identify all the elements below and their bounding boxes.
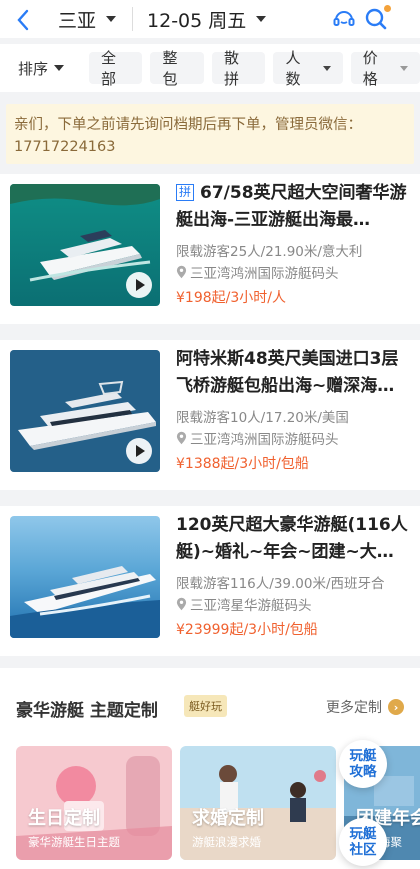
- listing-price: ¥198起/3小时/人: [176, 290, 286, 306]
- city-selector[interactable]: 三亚: [58, 6, 117, 33]
- listing-price: ¥1388起/3小时/包船: [176, 456, 309, 472]
- location-text: 三亚湾星华游艇码头: [190, 598, 312, 614]
- search-icon[interactable]: [364, 5, 391, 31]
- date-label: 12-05 周五: [147, 9, 247, 32]
- chip-label: 价格: [362, 49, 378, 88]
- community-label: 玩艇社区: [349, 826, 377, 858]
- listing-card[interactable]: 阿特米斯48英尺美国进口3层飞桥游艇包船出海~赠深海… 限载游客10人/17.2…: [0, 340, 420, 490]
- listing-card[interactable]: 120英尺超大豪华游艇(116人艇)~婚礼~年会~团建~大… 限载游客116人/…: [0, 506, 420, 656]
- filter-chip-people[interactable]: 人数: [273, 49, 343, 88]
- section-title: 豪华游艇 主题定制: [16, 701, 158, 721]
- section-tag: 艇好玩: [184, 695, 227, 717]
- filter-bar: 排序 全部 整包 散拼 人数 价格: [0, 44, 420, 92]
- theme-tile-proposal[interactable]: 求婚定制 游艇浪漫求婚: [180, 746, 336, 860]
- listing-title: 拼 67/58英尺超大空间奢华游艇出海-三亚游艇出海最…: [176, 180, 408, 234]
- listing-location: 三亚湾星华游艇码头: [176, 594, 312, 614]
- sort-label: 排序: [18, 59, 49, 78]
- filter-chip-price[interactable]: 价格: [350, 49, 420, 88]
- more-custom-link[interactable]: 更多定制 ›: [326, 697, 404, 717]
- guide-float-button[interactable]: 玩艇攻略: [339, 740, 387, 788]
- play-video-icon[interactable]: [126, 438, 152, 464]
- location-pin-icon: [176, 265, 187, 279]
- listing-spec: 限载游客116人/39.00米/西班牙合: [176, 576, 385, 592]
- chevron-down-icon: [54, 65, 65, 71]
- more-label: 更多定制: [326, 700, 382, 716]
- chevron-down-icon: [256, 16, 267, 22]
- tile-subtitle: 豪华游艇生日主题: [28, 835, 120, 849]
- sort-dropdown[interactable]: 排序: [18, 58, 81, 79]
- listing-location: 三亚湾鸿洲国际游艇码头: [176, 428, 339, 448]
- location-text: 三亚湾鸿洲国际游艇码头: [190, 266, 339, 282]
- listing-title: 120英尺超大豪华游艇(116人艇)~婚礼~年会~团建~大…: [176, 515, 408, 562]
- filter-chip-whole[interactable]: 整包: [150, 49, 204, 88]
- tile-subtitle: 游艇浪漫求婚: [192, 835, 261, 849]
- chevron-down-icon: [106, 16, 117, 22]
- filter-chip-shared[interactable]: 散拼: [211, 49, 266, 88]
- theme-tile-birthday[interactable]: 生日定制 豪华游艇生日主题: [16, 746, 172, 860]
- yacht-photo: [10, 350, 160, 472]
- chip-label: 人数: [285, 49, 301, 88]
- chip-label: 全部: [100, 49, 116, 88]
- play-video-icon[interactable]: [126, 272, 152, 298]
- listing-location: 三亚湾鸿洲国际游艇码头: [176, 262, 339, 282]
- customer-service-icon[interactable]: [332, 7, 356, 31]
- listing-title-text: 67/58英尺超大空间奢华游艇出海-三亚游艇出海最…: [176, 183, 407, 230]
- chevron-right-icon: ›: [388, 699, 404, 715]
- filter-chip-all[interactable]: 全部: [88, 49, 143, 88]
- chip-label: 散拼: [223, 49, 239, 88]
- notification-dot: [384, 5, 391, 12]
- tile-title: 生日定制: [28, 808, 100, 829]
- chevron-down-icon: [322, 65, 331, 71]
- notice-banner: 亲们，下单之前请先询问档期后再下单，管理员微信：17717224163: [6, 104, 414, 164]
- listing-title: 阿特米斯48英尺美国进口3层飞桥游艇包船出海~赠深海…: [176, 349, 399, 396]
- divider: [132, 7, 134, 31]
- guide-label: 玩艇攻略: [349, 748, 377, 780]
- listing-price: ¥23999起/3小时/包船: [176, 622, 318, 638]
- location-pin-icon: [176, 431, 187, 445]
- back-icon[interactable]: [16, 9, 36, 31]
- listing-card[interactable]: 拼 67/58英尺超大空间奢华游艇出海-三亚游艇出海最… 限载游客25人/21.9…: [0, 174, 420, 324]
- chip-label: 整包: [162, 49, 178, 88]
- listing-spec: 限载游客25人/21.90米/意大利: [176, 244, 363, 260]
- location-pin-icon: [176, 597, 187, 611]
- tile-title: 求婚定制: [192, 808, 264, 829]
- top-bar: 三亚 12-05 周五: [0, 0, 420, 38]
- yacht-photo: [10, 516, 160, 638]
- chevron-down-icon: [399, 65, 408, 71]
- community-float-button[interactable]: 玩艇社区: [339, 818, 387, 866]
- shared-badge: 拼: [176, 184, 195, 201]
- location-text: 三亚湾鸿洲国际游艇码头: [190, 432, 339, 448]
- city-label: 三亚: [58, 9, 97, 32]
- listing-spec: 限载游客10人/17.20米/美国: [176, 410, 349, 426]
- date-selector[interactable]: 12-05 周五: [147, 6, 267, 33]
- yacht-photo: [10, 184, 160, 306]
